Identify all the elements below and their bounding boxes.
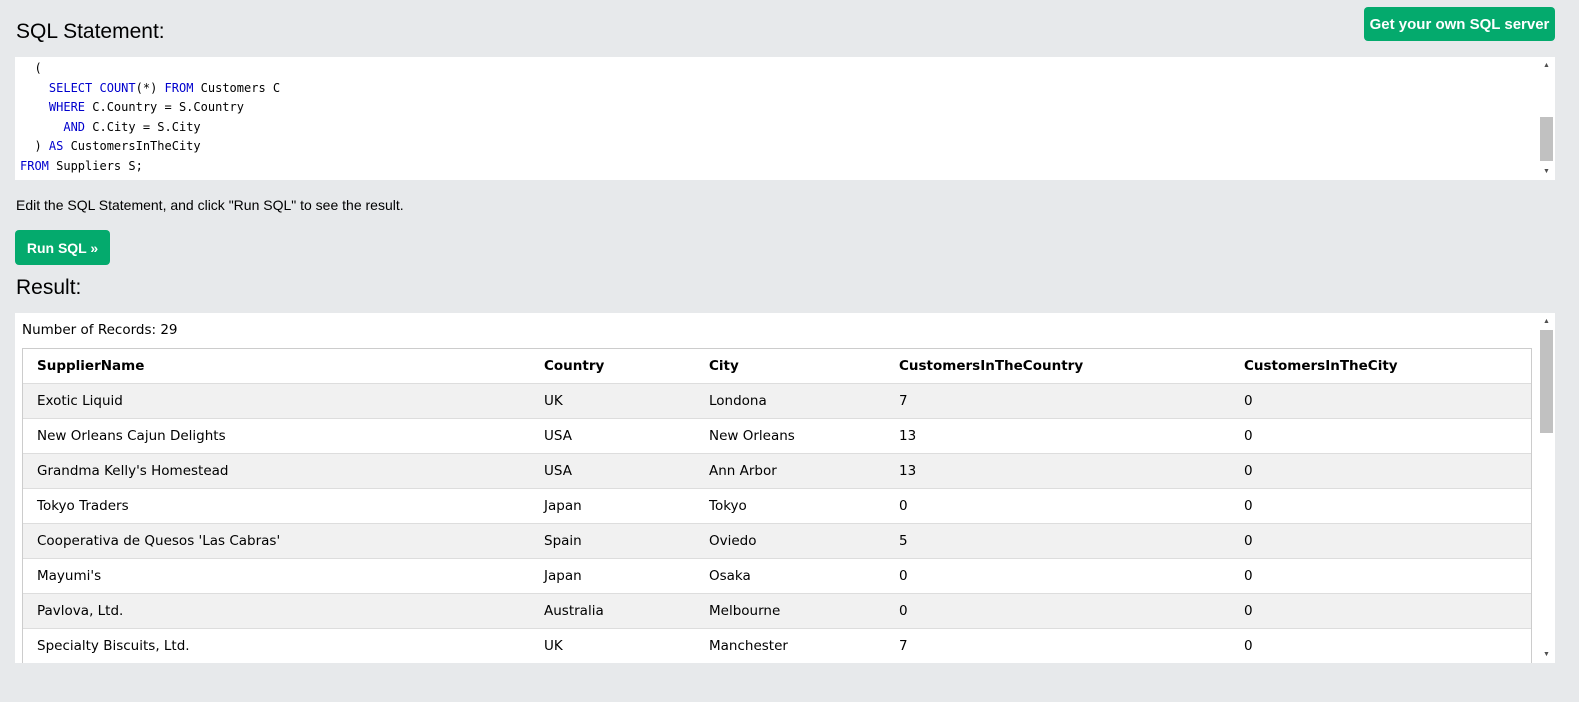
column-header: City <box>695 349 885 384</box>
table-cell: 0 <box>885 488 1230 524</box>
code-line: ( <box>20 59 280 79</box>
result-table-wrapper: SupplierName Country City CustomersInTheCou… <box>22 348 1532 663</box>
table-cell: 0 <box>885 593 1230 629</box>
code-token: ) <box>20 139 49 154</box>
scroll-up-arrow-icon[interactable]: ▲ <box>1538 57 1555 74</box>
table-row: New Orleans Cajun Delights USA New Orleans… <box>23 418 1531 454</box>
table-cell: 0 <box>1230 593 1531 629</box>
table-row: Exotic Liquid UK Londona 7 0 <box>23 383 1531 419</box>
code-token: (*) <box>135 80 165 95</box>
table-row: Tokyo Traders Japan Tokyo 0 0 <box>23 488 1531 524</box>
code-token: C.Country = S.Country <box>85 100 244 115</box>
result-panel[interactable]: Number of Records: 29 SupplierName Countr… <box>15 313 1555 663</box>
table-cell: 0 <box>1230 418 1531 454</box>
result-scrollbar-thumb[interactable] <box>1540 330 1553 433</box>
table-cell: Cooperativa de Quesos 'Las Cabras' <box>23 523 530 559</box>
code-line: WHERE C.Country = S.Country <box>20 98 280 118</box>
table-cell: Londona <box>695 383 885 419</box>
record-count: Number of Records: 29 <box>22 322 178 338</box>
table-cell: Japan <box>530 558 695 594</box>
table-cell: Manchester <box>695 628 885 663</box>
table-cell: Melbourne <box>695 593 885 629</box>
editor-scrollbar-thumb[interactable] <box>1540 117 1553 161</box>
table-header-row: SupplierName Country City CustomersInTheCou… <box>23 349 1531 384</box>
result-heading: Result: <box>16 276 82 299</box>
sql-code[interactable]: ( SELECT COUNT(*) FROM Customers C WHERE… <box>20 59 280 177</box>
table-cell: Tokyo <box>695 488 885 524</box>
table-cell: Spain <box>530 523 695 559</box>
sql-keyword: AS <box>48 139 64 154</box>
table-cell: 0 <box>1230 558 1531 594</box>
table-row: Pavlova, Ltd. Australia Melbourne 0 0 <box>23 593 1531 629</box>
get-sql-server-button[interactable]: Get your own SQL server <box>1364 7 1555 41</box>
table-cell: 13 <box>885 453 1230 489</box>
table-cell: Exotic Liquid <box>23 383 530 419</box>
table-cell: Specialty Biscuits, Ltd. <box>23 628 530 663</box>
result-table: SupplierName Country City CustomersInTheCou… <box>23 349 1531 663</box>
column-header: CustomersInTheCountry <box>885 349 1230 384</box>
sql-keyword: AND <box>63 119 86 134</box>
table-cell: 5 <box>885 523 1230 559</box>
table-cell: New Orleans Cajun Delights <box>23 418 530 454</box>
table-cell: USA <box>530 418 695 454</box>
column-header: SupplierName <box>23 349 530 384</box>
code-token: Suppliers S; <box>48 158 143 173</box>
code-line: AND C.City = S.City <box>20 118 280 138</box>
code-token: Customers C <box>193 80 281 95</box>
table-cell: Tokyo Traders <box>23 488 530 524</box>
column-header: CustomersInTheCity <box>1230 349 1531 384</box>
editor-scrollbar[interactable]: ▲ ▼ <box>1538 57 1555 180</box>
table-cell: Pavlova, Ltd. <box>23 593 530 629</box>
table-row: Cooperativa de Quesos 'Las Cabras' Spain O… <box>23 523 1531 559</box>
code-token: CustomersInTheCity <box>63 139 201 154</box>
sql-keyword: SELECT <box>48 80 93 95</box>
scroll-up-arrow-icon[interactable]: ▲ <box>1538 313 1555 330</box>
table-cell: 0 <box>1230 453 1531 489</box>
code-token: C.City = S.City <box>85 119 201 134</box>
table-cell: 0 <box>1230 488 1531 524</box>
sql-keyword: FROM <box>164 80 194 95</box>
table-cell: 7 <box>885 628 1230 663</box>
table-row: Mayumi's Japan Osaka 0 0 <box>23 558 1531 594</box>
scroll-down-arrow-icon[interactable]: ▼ <box>1538 646 1555 663</box>
table-cell: 0 <box>885 558 1230 594</box>
table-cell: Oviedo <box>695 523 885 559</box>
table-cell: UK <box>530 628 695 663</box>
table-cell: Ann Arbor <box>695 453 885 489</box>
table-cell: USA <box>530 453 695 489</box>
table-cell: Osaka <box>695 558 885 594</box>
edit-hint-text: Edit the SQL Statement, and click "Run S… <box>16 197 404 213</box>
table-cell: 0 <box>1230 628 1531 663</box>
column-header: Country <box>530 349 695 384</box>
table-cell: Japan <box>530 488 695 524</box>
run-sql-button[interactable]: Run SQL » <box>15 230 110 265</box>
table-row: Grandma Kelly's Homestead USA Ann Arbor 13 0 <box>23 453 1531 489</box>
code-token: ( <box>20 61 42 75</box>
table-cell: Mayumi's <box>23 558 530 594</box>
table-cell: 0 <box>1230 523 1531 559</box>
code-line: FROM Suppliers S; <box>20 157 280 177</box>
table-cell: Grandma Kelly's Homestead <box>23 453 530 489</box>
table-cell: 0 <box>1230 383 1531 419</box>
table-cell: Australia <box>530 593 695 629</box>
code-line: SELECT COUNT(*) FROM Customers C <box>20 79 280 99</box>
result-scrollbar[interactable]: ▲ ▼ <box>1538 313 1555 663</box>
sql-statement-heading: SQL Statement: <box>16 20 165 43</box>
sql-keyword: COUNT <box>99 80 136 95</box>
table-row: Specialty Biscuits, Ltd. UK Manchester 7 0 <box>23 628 1531 663</box>
table-cell: New Orleans <box>695 418 885 454</box>
table-cell: 7 <box>885 383 1230 419</box>
table-cell: UK <box>530 383 695 419</box>
code-line: ) AS CustomersInTheCity <box>20 137 280 157</box>
sql-editor[interactable]: ( SELECT COUNT(*) FROM Customers C WHERE… <box>15 57 1555 180</box>
scroll-down-arrow-icon[interactable]: ▼ <box>1538 163 1555 180</box>
sql-keyword: WHERE <box>48 100 86 115</box>
table-cell: 13 <box>885 418 1230 454</box>
sql-keyword: FROM <box>20 158 49 173</box>
